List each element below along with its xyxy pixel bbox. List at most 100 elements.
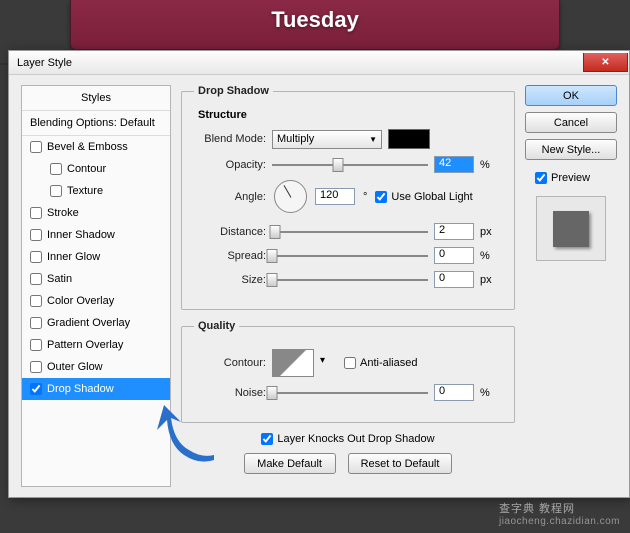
noise-label: Noise:: [194, 387, 266, 399]
angle-input[interactable]: 120: [315, 188, 355, 205]
label-outer-glow: Outer Glow: [47, 361, 103, 373]
spread-label: Spread:: [194, 250, 266, 262]
cancel-button[interactable]: Cancel: [525, 112, 617, 133]
new-style-button[interactable]: New Style...: [525, 139, 617, 160]
preview-toggle[interactable]: Preview: [535, 172, 617, 184]
style-pattern-overlay[interactable]: Pattern Overlay: [22, 334, 170, 356]
spread-unit: %: [480, 250, 502, 262]
checkbox-inner-glow[interactable]: [30, 251, 42, 263]
use-global-checkbox[interactable]: [375, 191, 387, 203]
checkbox-inner-shadow[interactable]: [30, 229, 42, 241]
reset-default-button[interactable]: Reset to Default: [348, 453, 453, 474]
style-gradient-overlay[interactable]: Gradient Overlay: [22, 312, 170, 334]
style-inner-shadow[interactable]: Inner Shadow: [22, 224, 170, 246]
shadow-color-swatch[interactable]: [388, 129, 430, 149]
opacity-slider[interactable]: [272, 157, 428, 173]
style-color-overlay[interactable]: Color Overlay: [22, 290, 170, 312]
checkbox-texture-sub[interactable]: [50, 185, 62, 197]
style-bevel-emboss[interactable]: Bevel & Emboss: [22, 136, 170, 158]
contour-picker[interactable]: [272, 349, 314, 377]
opacity-input[interactable]: 42: [434, 156, 474, 173]
label-contour-sub: Contour: [67, 163, 106, 175]
ok-button[interactable]: OK: [525, 85, 617, 106]
size-label: Size:: [194, 274, 266, 286]
style-texture-sub[interactable]: Texture: [22, 180, 170, 202]
label-stroke: Stroke: [47, 207, 79, 219]
close-button[interactable]: [583, 53, 628, 72]
blend-mode-select[interactable]: Multiply: [272, 130, 382, 149]
anti-aliased-checkbox[interactable]: [344, 357, 356, 369]
settings-panel: Drop Shadow Structure Blend Mode: Multip…: [181, 85, 515, 487]
label-bevel: Bevel & Emboss: [47, 141, 128, 153]
quality-legend: Quality: [194, 320, 239, 332]
label-inner-glow: Inner Glow: [47, 251, 100, 263]
distance-slider[interactable]: [272, 224, 428, 240]
blending-options[interactable]: Blending Options: Default: [22, 111, 170, 136]
size-unit: px: [480, 274, 502, 286]
angle-dial[interactable]: [274, 180, 307, 213]
distance-label: Distance:: [194, 226, 266, 238]
knockout-label: Layer Knocks Out Drop Shadow: [277, 433, 434, 445]
layer-style-dialog: Layer Style Styles Blending Options: Def…: [8, 50, 630, 498]
banner-title: Tuesday: [71, 0, 559, 40]
style-drop-shadow[interactable]: Drop Shadow: [22, 378, 170, 400]
style-inner-glow[interactable]: Inner Glow: [22, 246, 170, 268]
label-drop-shadow: Drop Shadow: [47, 383, 114, 395]
spread-slider[interactable]: [272, 248, 428, 264]
titlebar[interactable]: Layer Style: [9, 51, 629, 75]
label-pattern-overlay: Pattern Overlay: [47, 339, 123, 351]
styles-header[interactable]: Styles: [22, 86, 170, 111]
style-contour-sub[interactable]: Contour: [22, 158, 170, 180]
drop-shadow-legend: Drop Shadow: [194, 85, 273, 97]
preview-inner: [553, 211, 589, 247]
drop-shadow-fieldset: Drop Shadow Structure Blend Mode: Multip…: [181, 85, 515, 310]
label-satin: Satin: [47, 273, 72, 285]
knockout-checkbox[interactable]: [261, 433, 273, 445]
knockout-option[interactable]: Layer Knocks Out Drop Shadow: [181, 433, 515, 445]
checkbox-drop-shadow[interactable]: [30, 383, 42, 395]
preview-checkbox[interactable]: [535, 172, 547, 184]
preview-thumbnail: [536, 196, 606, 261]
spread-input[interactable]: 0: [434, 247, 474, 264]
preview-label: Preview: [551, 172, 590, 184]
label-inner-shadow: Inner Shadow: [47, 229, 115, 241]
banner-inner: Tuesday: [70, 0, 560, 50]
watermark-line1: 查字典 教程网: [499, 503, 575, 515]
label-gradient-overlay: Gradient Overlay: [47, 317, 130, 329]
opacity-label: Opacity:: [194, 159, 266, 171]
checkbox-bevel[interactable]: [30, 141, 42, 153]
dialog-title: Layer Style: [17, 57, 72, 69]
contour-label: Contour:: [194, 357, 266, 369]
angle-label: Angle:: [194, 191, 266, 203]
size-input[interactable]: 0: [434, 271, 474, 288]
use-global-light[interactable]: Use Global Light: [375, 191, 472, 203]
checkbox-contour-sub[interactable]: [50, 163, 62, 175]
checkbox-color-overlay[interactable]: [30, 295, 42, 307]
anti-aliased[interactable]: Anti-aliased: [344, 357, 417, 369]
right-button-panel: OK Cancel New Style... Preview: [525, 85, 617, 487]
distance-unit: px: [480, 226, 502, 238]
watermark-line2: jiaocheng.chazidian.com: [499, 516, 620, 527]
noise-unit: %: [480, 387, 502, 399]
use-global-label: Use Global Light: [391, 191, 472, 203]
noise-input[interactable]: 0: [434, 384, 474, 401]
checkbox-satin[interactable]: [30, 273, 42, 285]
checkbox-gradient-overlay[interactable]: [30, 317, 42, 329]
watermark: 查字典 教程网 jiaocheng.chazidian.com: [499, 500, 620, 527]
make-default-button[interactable]: Make Default: [244, 453, 336, 474]
blend-mode-value: Multiply: [277, 133, 314, 145]
quality-fieldset: Quality Contour: Anti-aliased Noise: 0 %: [181, 320, 515, 423]
anti-aliased-label: Anti-aliased: [360, 357, 417, 369]
styles-list: Styles Blending Options: Default Bevel &…: [21, 85, 171, 487]
noise-slider[interactable]: [272, 385, 428, 401]
style-outer-glow[interactable]: Outer Glow: [22, 356, 170, 378]
checkbox-outer-glow[interactable]: [30, 361, 42, 373]
size-slider[interactable]: [272, 272, 428, 288]
structure-label: Structure: [198, 109, 502, 121]
checkbox-stroke[interactable]: [30, 207, 42, 219]
distance-input[interactable]: 2: [434, 223, 474, 240]
style-stroke[interactable]: Stroke: [22, 202, 170, 224]
opacity-unit: %: [480, 159, 502, 171]
checkbox-pattern-overlay[interactable]: [30, 339, 42, 351]
style-satin[interactable]: Satin: [22, 268, 170, 290]
